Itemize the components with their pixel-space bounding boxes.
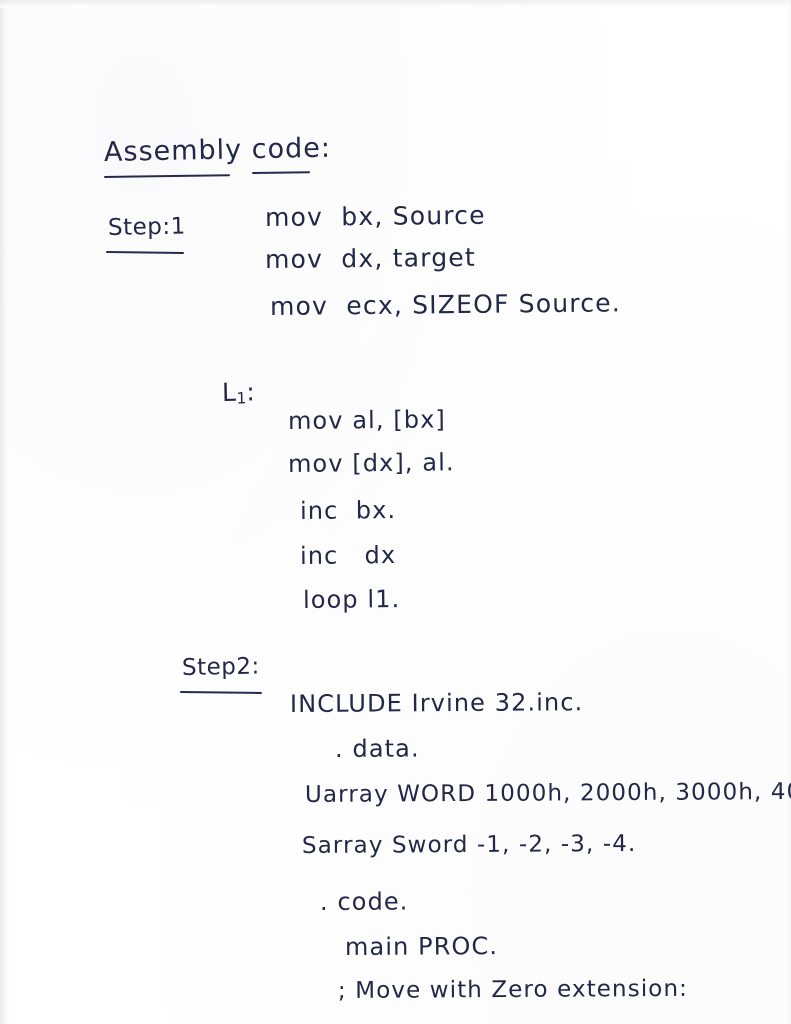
step2-underline <box>179 691 263 694</box>
code-line-mov-dx-al: mov [dx], al. <box>287 448 455 478</box>
handwritten-page: Assembly code: Step:1 mov bx, Source mov… <box>0 0 791 1024</box>
code-line-code-directive: . code. <box>319 887 409 916</box>
step1-underline <box>105 251 185 254</box>
step2-label: Step2: <box>181 653 260 681</box>
code-line-inc-dx: inc dx <box>299 540 397 570</box>
page-title: Assembly code: <box>103 132 332 168</box>
page-edge-left <box>0 0 10 1024</box>
code-line-mov-dx-target: mov dx, target <box>264 242 477 274</box>
title-underline-right <box>251 171 311 174</box>
page-edge-right <box>785 0 791 1024</box>
code-line-loop-l1: loop l1. <box>302 584 401 614</box>
code-line-sarray-sword: Sarray Sword -1, -2, -3, -4. <box>301 830 637 859</box>
title-underline-left <box>103 174 231 178</box>
loop-label-letter: L <box>221 377 237 407</box>
code-line-uarray-word: Uarray WORD 1000h, 2000h, 3000h, 4000h <box>304 778 791 808</box>
code-line-comment-zero-extension: ; Move with Zero extension: <box>337 975 689 1004</box>
code-line-mov-al-bx: mov al, [bx] <box>287 405 447 435</box>
loop-label-colon: : <box>246 377 256 407</box>
code-line-inc-bx: inc bx. <box>299 495 397 525</box>
page-edge-top <box>0 0 791 8</box>
code-line-mov-ecx-sizeof: mov ecx, SIZEOF Source. <box>269 288 622 321</box>
code-line-mov-bx-source: mov bx, Source <box>264 200 486 232</box>
code-line-data-directive: . data. <box>334 734 420 763</box>
step1-label: Step:1 <box>107 213 186 241</box>
code-line-include-irvine: INCLUDE Irvine 32.inc. <box>289 688 584 718</box>
code-line-main-proc: main PROC. <box>344 932 499 961</box>
loop-label: L1: <box>222 377 256 407</box>
